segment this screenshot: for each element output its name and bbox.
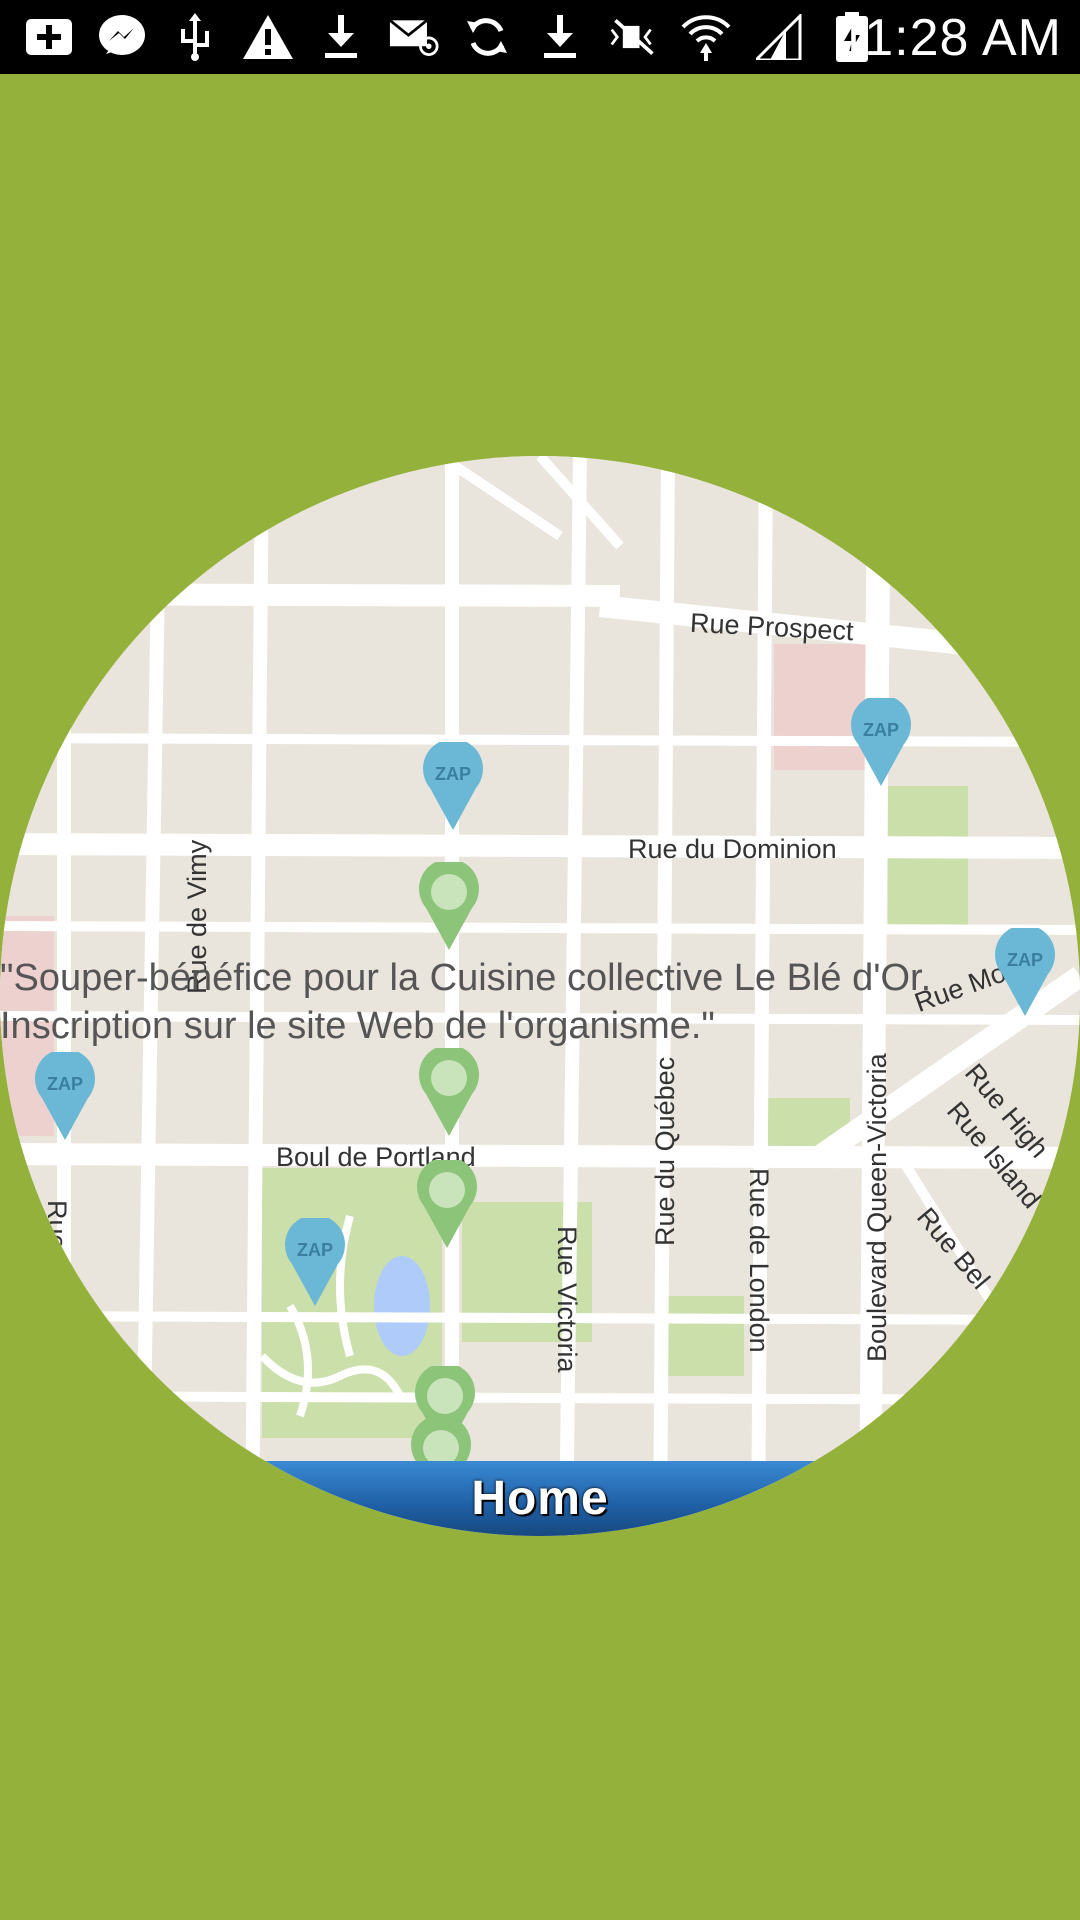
status-bar: 11:28 AM xyxy=(0,0,1080,74)
map-marker-zap[interactable]: ZAP xyxy=(34,1048,96,1140)
street-label-victoria: Rue Victoria xyxy=(552,1226,582,1373)
sync-icon xyxy=(462,12,512,62)
download-icon xyxy=(535,12,585,62)
wifi-icon xyxy=(681,12,731,62)
add-icon xyxy=(24,12,74,62)
map-marker-zap[interactable]: ZAP xyxy=(284,1214,346,1306)
email-icon xyxy=(389,12,439,62)
home-button-label: Home xyxy=(471,1472,609,1525)
map-marker-zap[interactable]: ZAP xyxy=(850,694,912,786)
marker-label: ZAP xyxy=(863,720,899,740)
messenger-icon xyxy=(97,12,147,62)
map-marker-zap[interactable]: ZAP xyxy=(422,738,484,830)
map-marker-green[interactable] xyxy=(418,1044,480,1136)
warning-icon xyxy=(243,12,293,62)
home-button[interactable]: Home xyxy=(0,1461,1080,1536)
download-icon xyxy=(316,12,366,62)
street-label-dominion: Rue du Dominion xyxy=(628,834,837,864)
mute-icon xyxy=(608,12,658,62)
street-label-queen-victoria: Boulevard Queen-Victoria xyxy=(862,1053,892,1362)
signal-icon xyxy=(754,12,804,62)
clock: 11:28 AM xyxy=(838,9,1062,67)
marker-label: ZAP xyxy=(435,764,471,784)
map-marker-green[interactable] xyxy=(416,1156,478,1248)
street-label-london: Rue de London xyxy=(744,1168,774,1353)
event-description: "Souper-bénéfice pour la Cuisine collect… xyxy=(0,957,932,1047)
usb-icon xyxy=(170,12,220,62)
marker-label: ZAP xyxy=(297,1240,333,1260)
map-view[interactable]: Rue Prospect Rue du Dominion Rue de Vimy… xyxy=(0,456,1080,1536)
marker-label: ZAP xyxy=(47,1074,83,1094)
map-marker-green[interactable] xyxy=(418,858,480,950)
street-label-quebec: Rue du Québec xyxy=(650,1056,680,1246)
street-label-rue: Rue xyxy=(42,1200,72,1250)
